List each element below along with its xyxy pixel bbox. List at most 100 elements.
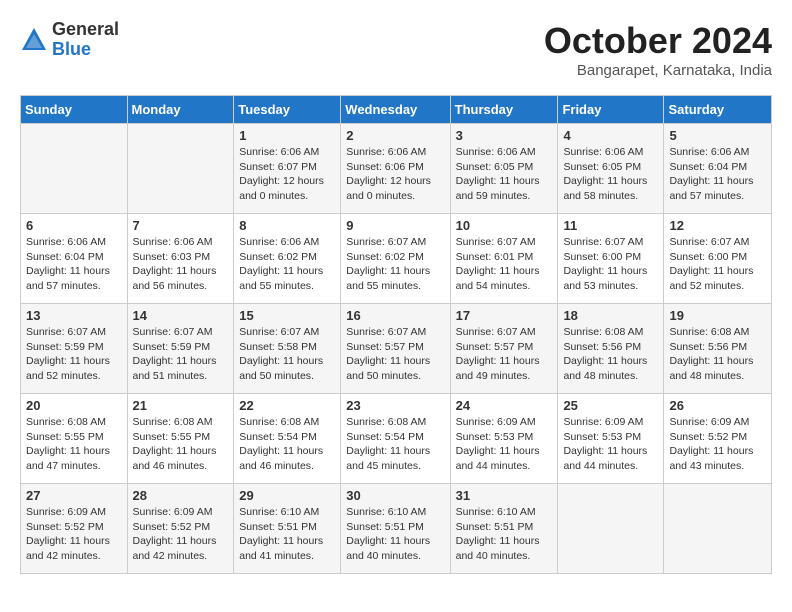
day-cell: 11Sunrise: 6:07 AM Sunset: 6:00 PM Dayli… <box>558 214 664 304</box>
location: Bangarapet, Karnataka, India <box>544 62 772 79</box>
day-number: 27 <box>26 488 122 503</box>
day-cell: 5 Sunrise: 6:06 AM Sunset: 6:04 PM Daylig… <box>664 124 772 214</box>
day-info: Sunrise: 6:10 AM Sunset: 5:51 PM Dayligh… <box>346 505 444 564</box>
day-info: Sunrise: 6:07 AM Sunset: 6:00 PM Dayligh… <box>669 235 766 294</box>
day-cell: 22Sunrise: 6:08 AM Sunset: 5:54 PM Dayli… <box>234 394 341 484</box>
header-wednesday: Wednesday <box>341 96 450 124</box>
day-info: Sunrise: 6:07 AM Sunset: 6:01 PM Dayligh… <box>456 235 553 294</box>
day-number: 6 <box>26 218 122 233</box>
day-number: 24 <box>456 398 553 413</box>
day-info: Sunrise: 6:07 AM Sunset: 5:59 PM Dayligh… <box>26 325 122 384</box>
day-number: 2 <box>346 128 444 143</box>
header-sunday: Sunday <box>21 96 128 124</box>
day-number: 4 <box>563 128 658 143</box>
day-number: 13 <box>26 308 122 323</box>
page-header: General Blue October 2024 Bangarapet, Ka… <box>20 20 772 79</box>
header-tuesday: Tuesday <box>234 96 341 124</box>
day-info: Sunrise: 6:08 AM Sunset: 5:56 PM Dayligh… <box>669 325 766 384</box>
day-info: Sunrise: 6:06 AM Sunset: 6:06 PM Dayligh… <box>346 145 444 204</box>
day-cell: 25 Sunrise: 6:09 AM Sunset: 5:53 PM Dayli… <box>558 394 664 484</box>
logo-text: General Blue <box>52 20 119 60</box>
day-number: 18 <box>563 308 658 323</box>
day-cell <box>21 124 128 214</box>
day-cell: 16 Sunrise: 6:07 AM Sunset: 5:57 PM Dayli… <box>341 304 450 394</box>
week-row-3: 13 Sunrise: 6:07 AM Sunset: 5:59 PM Dayli… <box>21 304 772 394</box>
day-number: 23 <box>346 398 444 413</box>
day-info: Sunrise: 6:06 AM Sunset: 6:07 PM Dayligh… <box>239 145 335 204</box>
day-cell: 2 Sunrise: 6:06 AM Sunset: 6:06 PM Daylig… <box>341 124 450 214</box>
day-number: 16 <box>346 308 444 323</box>
day-info: Sunrise: 6:07 AM Sunset: 5:59 PM Dayligh… <box>133 325 229 384</box>
day-info: Sunrise: 6:07 AM Sunset: 6:02 PM Dayligh… <box>346 235 444 294</box>
day-number: 10 <box>456 218 553 233</box>
day-cell: 31Sunrise: 6:10 AM Sunset: 5:51 PM Dayli… <box>450 484 558 574</box>
day-number: 25 <box>563 398 658 413</box>
day-cell: 29Sunrise: 6:10 AM Sunset: 5:51 PM Dayli… <box>234 484 341 574</box>
day-cell: 7 Sunrise: 6:06 AM Sunset: 6:03 PM Daylig… <box>127 214 234 304</box>
day-cell: 10 Sunrise: 6:07 AM Sunset: 6:01 PM Dayli… <box>450 214 558 304</box>
month-title: October 2024 <box>544 20 772 62</box>
header-row: SundayMondayTuesdayWednesdayThursdayFrid… <box>21 96 772 124</box>
day-info: Sunrise: 6:08 AM Sunset: 5:56 PM Dayligh… <box>563 325 658 384</box>
day-info: Sunrise: 6:09 AM Sunset: 5:52 PM Dayligh… <box>133 505 229 564</box>
day-number: 5 <box>669 128 766 143</box>
day-info: Sunrise: 6:06 AM Sunset: 6:02 PM Dayligh… <box>239 235 335 294</box>
day-cell: 26Sunrise: 6:09 AM Sunset: 5:52 PM Dayli… <box>664 394 772 484</box>
day-info: Sunrise: 6:06 AM Sunset: 6:03 PM Dayligh… <box>133 235 229 294</box>
day-number: 14 <box>133 308 229 323</box>
day-number: 19 <box>669 308 766 323</box>
day-number: 1 <box>239 128 335 143</box>
day-info: Sunrise: 6:07 AM Sunset: 6:00 PM Dayligh… <box>563 235 658 294</box>
day-cell: 20Sunrise: 6:08 AM Sunset: 5:55 PM Dayli… <box>21 394 128 484</box>
day-cell <box>664 484 772 574</box>
day-number: 9 <box>346 218 444 233</box>
day-info: Sunrise: 6:08 AM Sunset: 5:55 PM Dayligh… <box>133 415 229 474</box>
day-number: 21 <box>133 398 229 413</box>
day-number: 7 <box>133 218 229 233</box>
logo-general-label: General <box>52 20 119 40</box>
day-info: Sunrise: 6:07 AM Sunset: 5:57 PM Dayligh… <box>346 325 444 384</box>
day-info: Sunrise: 6:06 AM Sunset: 6:04 PM Dayligh… <box>669 145 766 204</box>
day-cell: 8 Sunrise: 6:06 AM Sunset: 6:02 PM Daylig… <box>234 214 341 304</box>
week-row-4: 20 Sunrise: 6:08 AM Sunset: 5:55 PM Dayli… <box>21 394 772 484</box>
logo: General Blue <box>20 20 119 60</box>
day-number: 3 <box>456 128 553 143</box>
day-cell: 27 Sunrise: 6:09 AM Sunset: 5:52 PM Dayli… <box>21 484 128 574</box>
day-cell: 9 Sunrise: 6:07 AM Sunset: 6:02 PM Daylig… <box>341 214 450 304</box>
day-cell: 28 Sunrise: 6:09 AM Sunset: 5:52 PM Dayli… <box>127 484 234 574</box>
week-row-1: 1 Sunrise: 6:06 AM Sunset: 6:07 PM Daylig… <box>21 124 772 214</box>
day-number: 28 <box>133 488 229 503</box>
day-number: 31 <box>456 488 553 503</box>
day-cell <box>558 484 664 574</box>
day-info: Sunrise: 6:06 AM Sunset: 6:05 PM Dayligh… <box>456 145 553 204</box>
week-row-2: 6Sunrise: 6:06 AM Sunset: 6:04 PM Daylig… <box>21 214 772 304</box>
day-info: Sunrise: 6:09 AM Sunset: 5:52 PM Dayligh… <box>26 505 122 564</box>
header-monday: Monday <box>127 96 234 124</box>
header-friday: Friday <box>558 96 664 124</box>
day-info: Sunrise: 6:09 AM Sunset: 5:53 PM Dayligh… <box>456 415 553 474</box>
day-cell: 12 Sunrise: 6:07 AM Sunset: 6:00 PM Dayli… <box>664 214 772 304</box>
logo-icon <box>20 26 48 54</box>
day-cell: 15Sunrise: 6:07 AM Sunset: 5:58 PM Dayli… <box>234 304 341 394</box>
day-cell: 18 Sunrise: 6:08 AM Sunset: 5:56 PM Dayli… <box>558 304 664 394</box>
day-number: 17 <box>456 308 553 323</box>
day-number: 20 <box>26 398 122 413</box>
calendar-table: SundayMondayTuesdayWednesdayThursdayFrid… <box>20 95 772 574</box>
logo-blue-label: Blue <box>52 40 119 60</box>
header-saturday: Saturday <box>664 96 772 124</box>
day-cell: 3 Sunrise: 6:06 AM Sunset: 6:05 PM Daylig… <box>450 124 558 214</box>
day-info: Sunrise: 6:08 AM Sunset: 5:54 PM Dayligh… <box>346 415 444 474</box>
day-cell: 21 Sunrise: 6:08 AM Sunset: 5:55 PM Dayli… <box>127 394 234 484</box>
day-info: Sunrise: 6:08 AM Sunset: 5:54 PM Dayligh… <box>239 415 335 474</box>
day-number: 8 <box>239 218 335 233</box>
day-cell: 24 Sunrise: 6:09 AM Sunset: 5:53 PM Dayli… <box>450 394 558 484</box>
title-block: October 2024 Bangarapet, Karnataka, Indi… <box>544 20 772 79</box>
day-number: 30 <box>346 488 444 503</box>
day-info: Sunrise: 6:09 AM Sunset: 5:53 PM Dayligh… <box>563 415 658 474</box>
day-cell: 14 Sunrise: 6:07 AM Sunset: 5:59 PM Dayli… <box>127 304 234 394</box>
day-info: Sunrise: 6:06 AM Sunset: 6:05 PM Dayligh… <box>563 145 658 204</box>
day-cell: 1 Sunrise: 6:06 AM Sunset: 6:07 PM Daylig… <box>234 124 341 214</box>
header-thursday: Thursday <box>450 96 558 124</box>
day-cell: 17Sunrise: 6:07 AM Sunset: 5:57 PM Dayli… <box>450 304 558 394</box>
day-number: 12 <box>669 218 766 233</box>
